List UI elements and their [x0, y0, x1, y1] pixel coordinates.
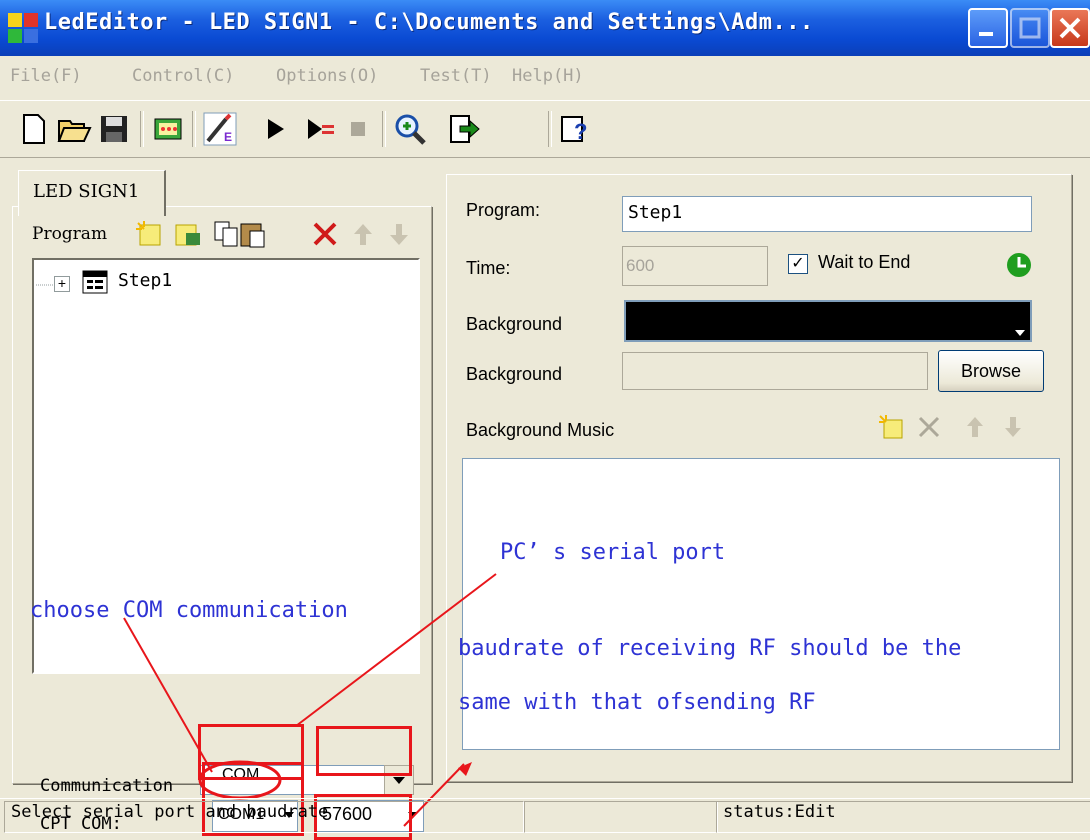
new-program-icon[interactable] — [134, 219, 164, 249]
status-mode: status:Edit — [716, 801, 1090, 833]
menu-file[interactable]: File(F) — [10, 66, 82, 86]
menu-test[interactable]: Test(T) — [420, 66, 492, 86]
move-up-icon[interactable] — [348, 219, 378, 249]
maximize-icon — [1019, 17, 1041, 39]
close-button[interactable] — [1050, 8, 1090, 48]
close-icon — [1059, 17, 1081, 39]
wait-to-end-checkbox[interactable]: ✓ — [788, 254, 808, 274]
menu-control[interactable]: Control(C) — [132, 66, 234, 86]
background-file-input[interactable] — [622, 352, 928, 390]
step-icon — [82, 270, 108, 294]
save-disk-icon[interactable] — [96, 111, 132, 147]
program-label: Program — [32, 224, 108, 244]
time-label: Time: — [466, 258, 511, 278]
menu-help[interactable]: Help(H) — [512, 66, 584, 86]
annotation-serial-port: PC’ s serial port — [500, 540, 726, 565]
background-music-label: Background Music — [466, 420, 615, 440]
status-message: Select serial port and baudrate — [4, 801, 524, 833]
svg-text:E: E — [224, 130, 232, 144]
chevron-down-icon — [1015, 330, 1025, 336]
baud-highlight-box — [316, 726, 412, 776]
maximize-button[interactable] — [1010, 8, 1050, 48]
tab-label: LED SIGN1 — [33, 181, 140, 202]
tree-expander[interactable]: + — [54, 276, 70, 292]
background-color-picker[interactable] — [624, 300, 1032, 342]
minimize-icon — [979, 32, 993, 36]
minimize-button[interactable] — [968, 8, 1008, 48]
program-name-input[interactable] — [622, 196, 1032, 232]
background-file-label: Background — [466, 364, 563, 384]
new-sub-icon[interactable] — [172, 219, 202, 249]
led-display-icon[interactable] — [150, 111, 186, 147]
new-file-icon[interactable] — [16, 111, 52, 147]
menu-bar: File(F) Control(C) Options(O) Test(T) He… — [0, 62, 1090, 94]
clock-icon[interactable] — [1006, 252, 1032, 278]
program-name-label: Program: — [466, 200, 541, 220]
communication-label: Communication — [40, 776, 174, 796]
help-icon[interactable]: ? — [558, 111, 594, 147]
add-music-icon[interactable] — [878, 414, 904, 440]
annotation-choose-com: choose COM communication — [30, 598, 348, 623]
export-icon[interactable] — [446, 111, 482, 147]
window-title: LedEditor - LED SIGN1 - C:\Documents and… — [44, 10, 814, 35]
open-folder-icon[interactable] — [56, 111, 92, 147]
edit-wand-icon[interactable]: E — [202, 111, 238, 147]
time-value: 600 — [626, 256, 655, 275]
wait-to-end-label: Wait to End — [818, 252, 911, 272]
delete-music-icon[interactable] — [916, 414, 942, 440]
status-bar: Select serial port and baudrate status:E… — [0, 798, 1090, 833]
annotation-baud-line1: baudrate of receiving RF should be the — [458, 636, 962, 661]
play-icon[interactable] — [258, 111, 294, 147]
menu-options[interactable]: Options(O) — [276, 66, 378, 86]
music-down-icon[interactable] — [1000, 414, 1026, 440]
move-down-icon[interactable] — [384, 219, 414, 249]
browse-button[interactable]: Browse — [938, 350, 1044, 392]
tab-led-sign1[interactable]: LED SIGN1 — [18, 170, 166, 216]
toolbar: E ? — [0, 100, 1090, 158]
background-color-label: Background — [466, 314, 563, 334]
status-middle — [524, 801, 718, 833]
step-play-icon[interactable] — [302, 111, 338, 147]
zoom-icon[interactable] — [392, 111, 428, 147]
delete-icon[interactable] — [310, 219, 340, 249]
paste-icon[interactable] — [238, 219, 268, 249]
title-bar: LedEditor - LED SIGN1 - C:\Documents and… — [0, 0, 1090, 56]
led-app-icon — [8, 13, 38, 43]
svg-text:?: ? — [574, 119, 587, 144]
annotation-baud-line2: same with that ofsending RF — [458, 690, 816, 715]
music-up-icon[interactable] — [962, 414, 988, 440]
program-name-value: Step1 — [628, 202, 683, 223]
tree-item-step1[interactable]: Step1 — [118, 270, 172, 291]
stop-icon[interactable] — [340, 111, 376, 147]
